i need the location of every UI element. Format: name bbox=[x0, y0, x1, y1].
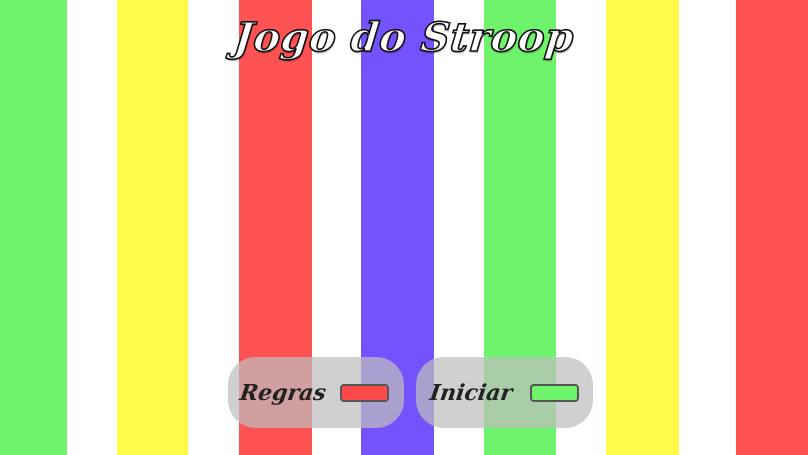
rules-button[interactable]: Regras bbox=[228, 357, 404, 428]
stripe bbox=[736, 0, 808, 455]
stripe bbox=[606, 0, 679, 455]
stripe bbox=[679, 0, 736, 455]
game-title: Jogo do Stroop bbox=[231, 13, 577, 62]
stripe bbox=[0, 0, 67, 455]
start-color-swatch bbox=[530, 383, 579, 402]
start-button[interactable]: Iniciar bbox=[416, 357, 593, 428]
stripe bbox=[117, 0, 188, 455]
striped-background bbox=[0, 0, 808, 455]
stripe bbox=[67, 0, 117, 455]
rules-button-label: Regras bbox=[238, 379, 328, 406]
start-button-label: Iniciar bbox=[428, 379, 515, 406]
rules-color-swatch bbox=[340, 383, 389, 402]
